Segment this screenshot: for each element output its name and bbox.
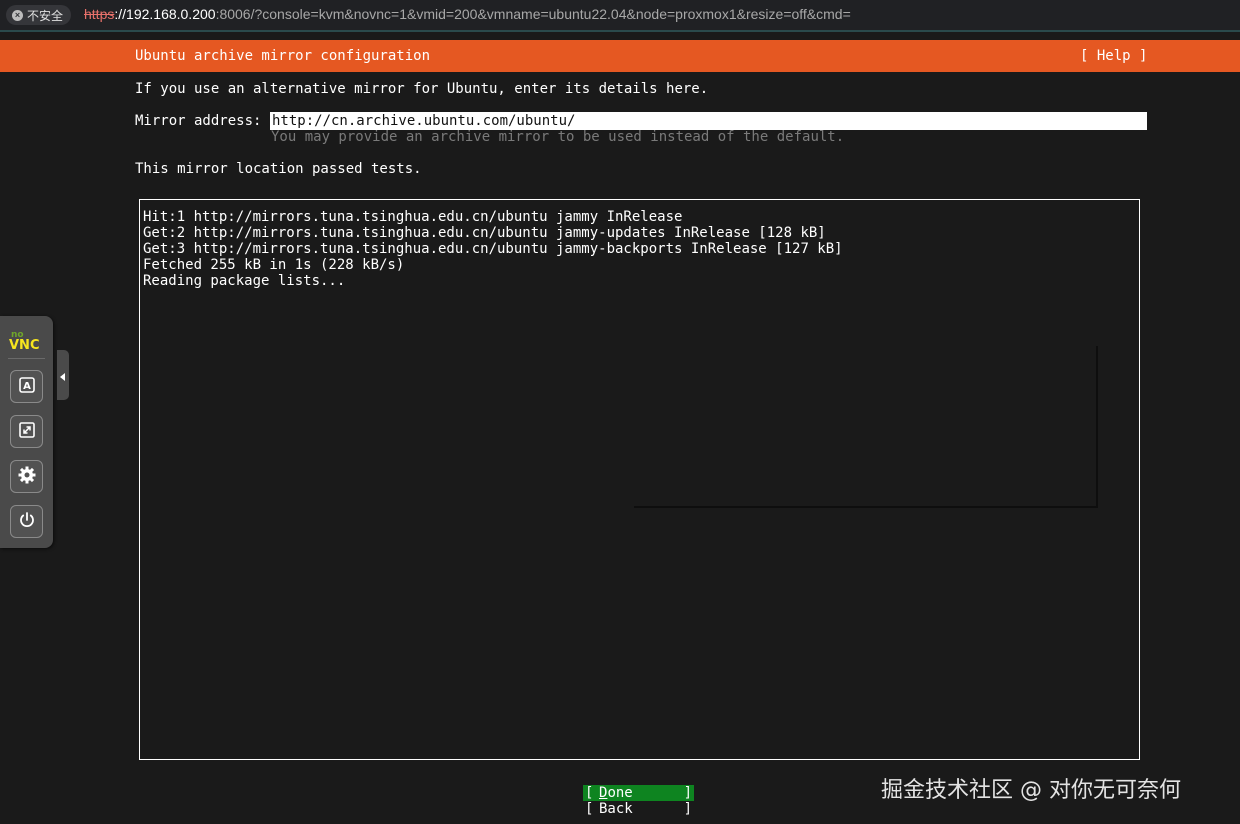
render-artifact [634,506,1098,508]
log-line: Hit:1 http://mirrors.tuna.tsinghua.edu.c… [143,209,683,225]
security-badge-label: 不安全 [27,8,64,23]
fullscreen-icon [18,421,36,443]
settings-icon [17,465,37,489]
mirror-address-input[interactable] [270,112,1147,130]
intro-text: If you use an alternative mirror for Ubu… [135,81,709,97]
installer-title-bar: Ubuntu archive mirror configuration [ He… [0,40,1240,72]
url-field[interactable]: https://192.168.0.200:8006/?console=kvm&… [84,6,851,22]
done-button-label: Done [599,785,633,801]
status-text: This mirror location passed tests. [135,161,422,177]
svg-text:A: A [23,381,31,392]
novnc-logo: no VNC [9,328,45,353]
not-secure-icon: × [12,9,23,21]
watermark: 掘金技术社区 @ 对你无可奈何 [881,778,1181,803]
back-button-close-bracket: ] [683,801,692,817]
log-line: Get:2 http://mirrors.tuna.tsinghua.edu.c… [143,225,826,241]
browser-gap [0,32,1240,40]
help-button[interactable]: [ Help ] [1080,48,1147,64]
keyboard-button[interactable]: A [10,370,43,403]
power-button[interactable] [10,505,43,538]
url-host: ://192.168.0.200 [114,6,216,22]
settings-button[interactable] [10,460,43,493]
done-button-open-bracket: [ [585,785,594,801]
done-button-close-bracket: ] [683,785,692,801]
fullscreen-button[interactable] [10,415,43,448]
svg-text:VNC: VNC [9,338,39,350]
url-rest: :8006/?console=kvm&novnc=1&vmid=200&vmna… [215,6,851,22]
log-line: Reading package lists... [143,273,346,289]
collapse-arrow-icon [60,366,66,385]
novnc-control-bar: no VNC A [0,316,53,548]
back-button-label: Back [599,801,633,817]
log-line: Get:3 http://mirrors.tuna.tsinghua.edu.c… [143,241,843,257]
render-artifact [1096,346,1098,508]
browser-address-bar: × 不安全 https://192.168.0.200:8006/?consol… [0,0,1240,30]
log-output-box: Hit:1 http://mirrors.tuna.tsinghua.edu.c… [139,199,1140,760]
mirror-address-label: Mirror address: [135,113,262,129]
novnc-panel-toggle[interactable] [57,350,69,400]
log-line: Fetched 255 kB in 1s (228 kB/s) [143,257,405,273]
back-button[interactable]: [ Back ] [583,801,694,817]
novnc-separator [8,358,45,359]
done-button-rest: one [607,785,633,801]
screen: × 不安全 https://192.168.0.200:8006/?consol… [0,0,1240,824]
done-button[interactable]: [ Done ] [583,785,694,801]
back-button-open-bracket: [ [585,801,594,817]
security-badge[interactable]: × 不安全 [6,5,72,25]
power-icon [17,510,37,534]
keyboard-icon: A [18,376,36,398]
mirror-help-text: You may provide an archive mirror to be … [271,129,845,145]
page-title: Ubuntu archive mirror configuration [135,48,431,64]
url-scheme: https [84,6,115,22]
